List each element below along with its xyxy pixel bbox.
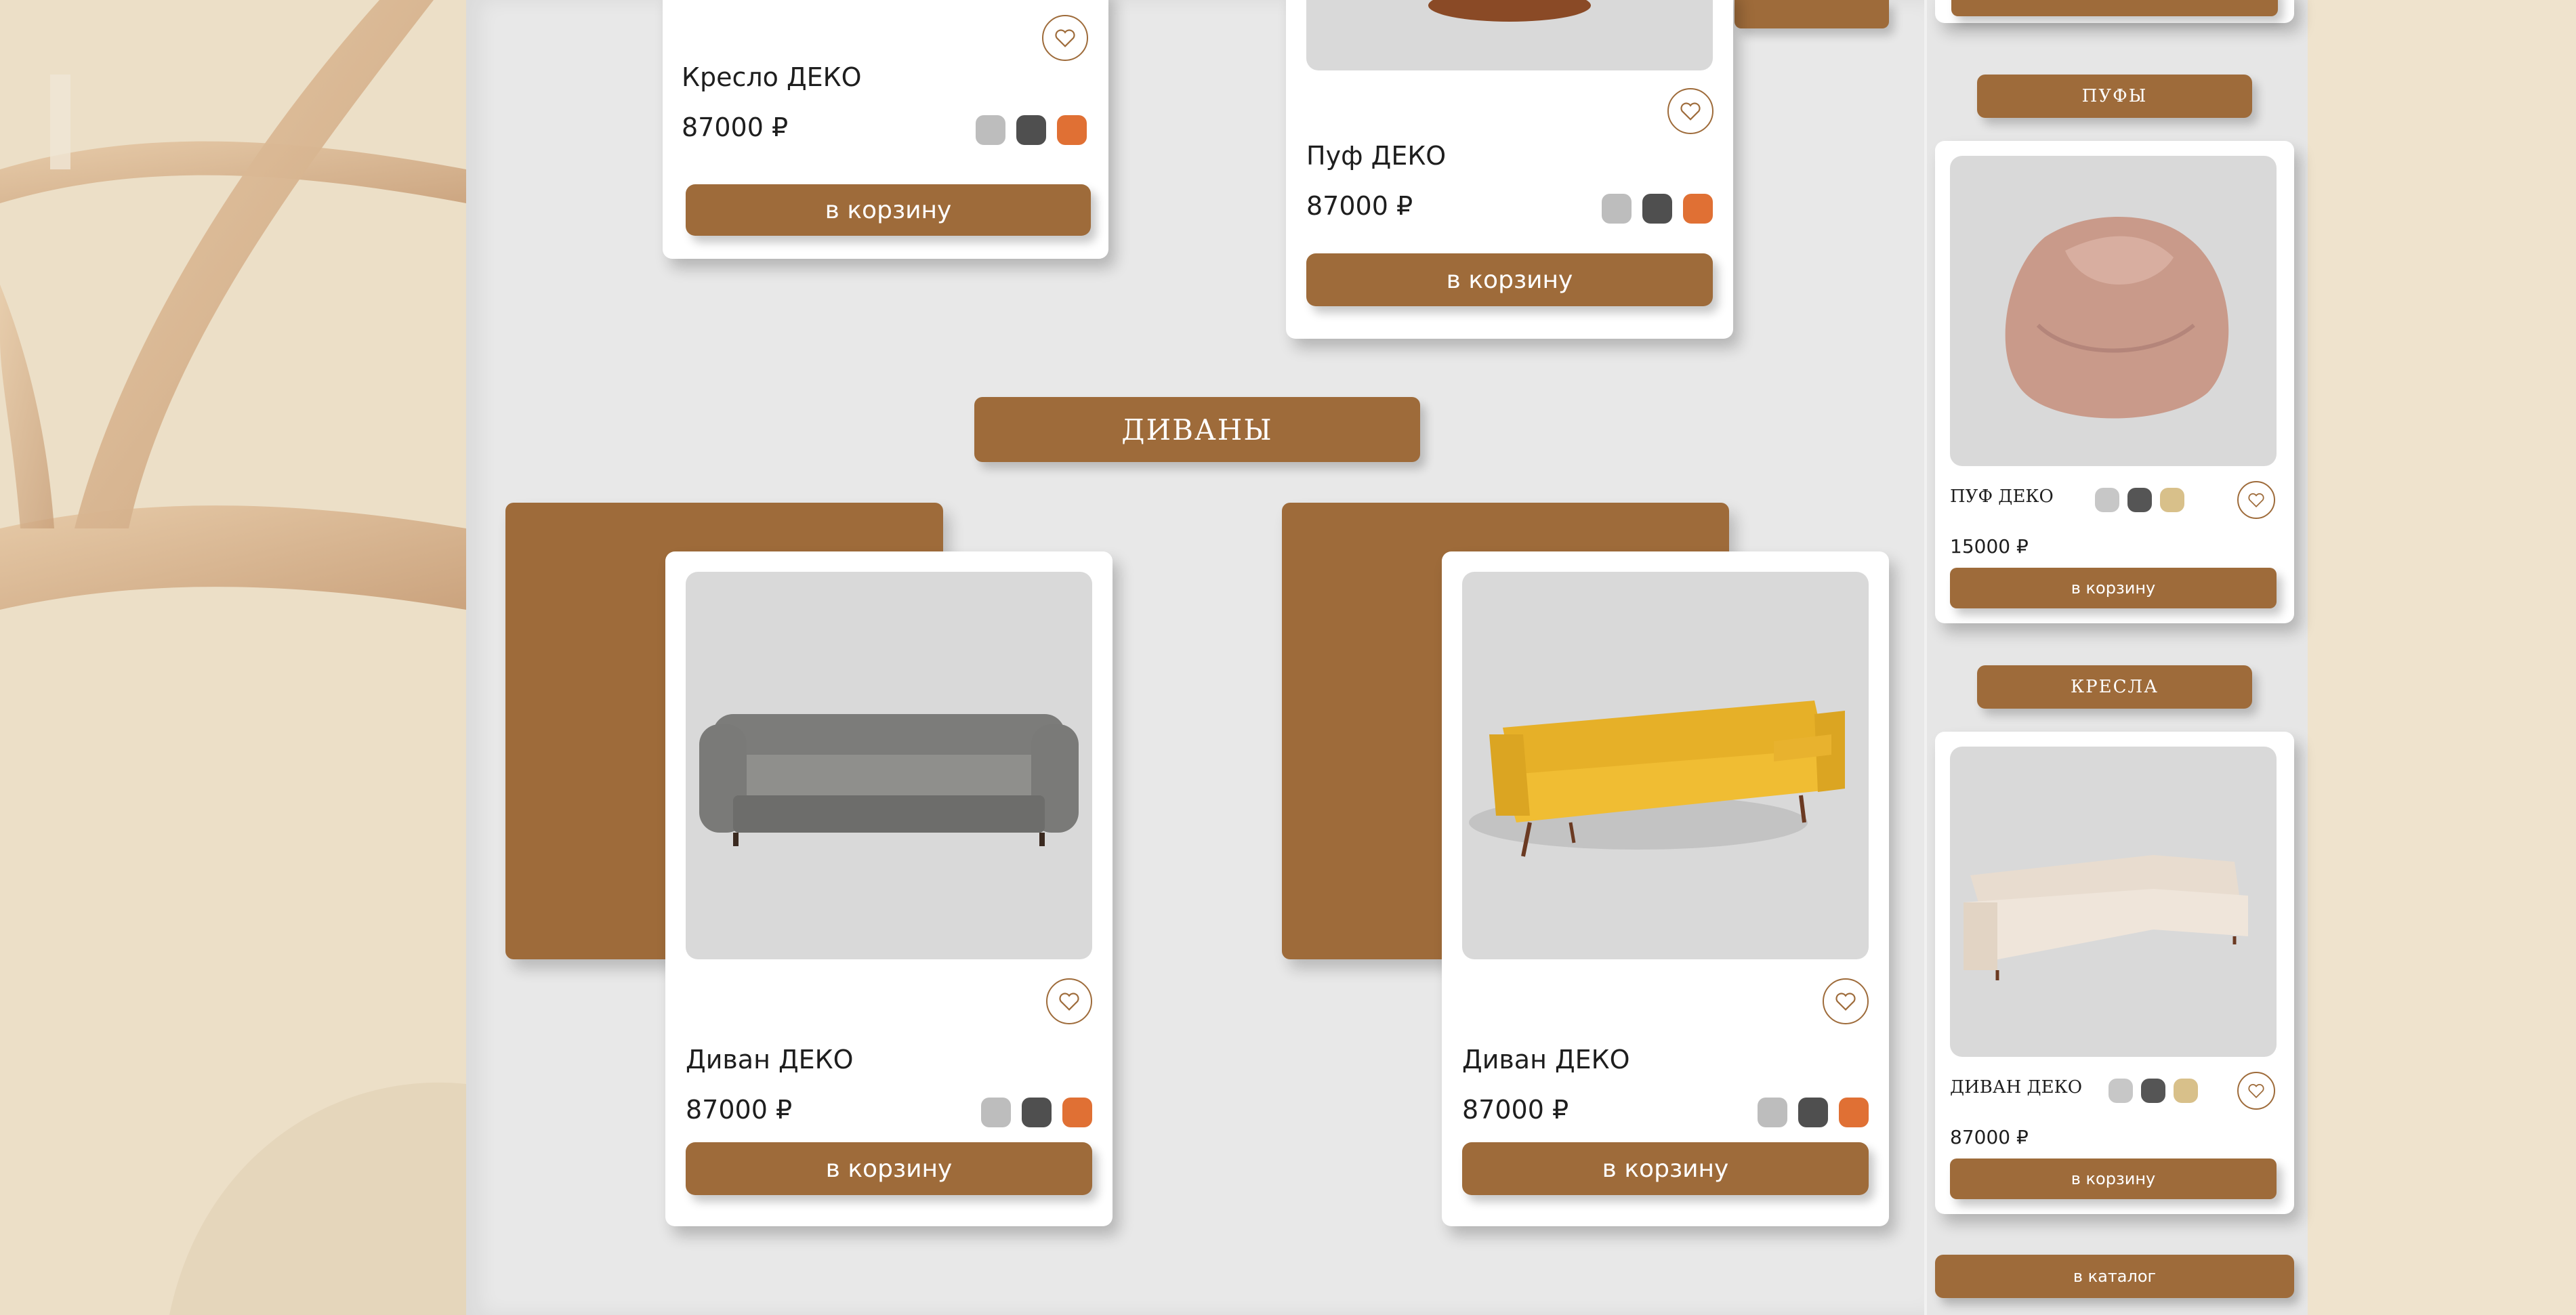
add-to-cart-button[interactable]: в корзину: [1950, 568, 2277, 608]
product-title: ДИВАН ДЕКО: [1950, 1077, 2083, 1098]
product-price: 87000 ₽: [1306, 191, 1413, 221]
product-price: 15000 ₽: [1950, 535, 2029, 558]
color-swatch-dark[interactable]: [2141, 1079, 2165, 1103]
heart-icon: [2248, 1084, 2264, 1098]
product-price: 87000 ₽: [682, 112, 789, 142]
favorite-button[interactable]: [1046, 978, 1092, 1024]
add-to-cart-button[interactable]: в корзину: [1462, 1142, 1869, 1195]
favorite-button[interactable]: [2237, 481, 2275, 519]
product-image: [1306, 0, 1713, 70]
heart-icon: [1680, 102, 1701, 121]
product-image: [1950, 747, 2277, 1057]
sidebar-category-armchairs[interactable]: КРЕСЛА: [1977, 665, 2252, 709]
grey-sofa-image: [699, 714, 1079, 846]
product-image: [1950, 156, 2277, 466]
product-price: 87000 ₽: [1462, 1095, 1569, 1125]
color-swatch-orange[interactable]: [1839, 1098, 1869, 1127]
decorative-left-panel: [0, 0, 466, 1315]
color-swatch-orange[interactable]: [1062, 1098, 1092, 1127]
sidebar-category-poufs[interactable]: ПУФЫ: [1977, 75, 2252, 118]
heart-icon: [1055, 29, 1075, 47]
color-swatch-grey[interactable]: [1602, 194, 1632, 224]
add-to-cart-button[interactable]: в корзину: [686, 1142, 1092, 1195]
product-price: 87000 ₽: [686, 1095, 793, 1125]
product-card-sofa: Диван ДЕКО 87000 ₽ в корзину: [665, 551, 1113, 1226]
color-swatch-dark[interactable]: [1016, 115, 1046, 145]
product-title: Кресло ДЕКО: [682, 62, 862, 92]
color-swatch-dark[interactable]: [1642, 194, 1672, 224]
favorite-button[interactable]: [1823, 978, 1869, 1024]
color-swatch-orange[interactable]: [1057, 115, 1087, 145]
product-image: [1462, 572, 1869, 959]
yellow-sofa-image: [1469, 701, 1845, 857]
add-to-cart-button[interactable]: в корзину: [1950, 1159, 2277, 1199]
color-swatch-grey[interactable]: [976, 115, 1005, 145]
color-swatch-beige[interactable]: [2174, 1079, 2198, 1103]
color-swatch-beige[interactable]: [2160, 488, 2184, 512]
add-to-cart-button[interactable]: в корзину: [686, 184, 1091, 236]
color-swatch-grey[interactable]: [2108, 1079, 2133, 1103]
favorite-button[interactable]: [2237, 1072, 2275, 1110]
favorite-button[interactable]: [1667, 88, 1713, 134]
product-title: ПУФ ДЕКО: [1950, 486, 2054, 507]
product-card-pouf: Пуф ДЕКО 87000 ₽ в корзину: [1286, 0, 1733, 339]
pink-beanbag-image: [2005, 217, 2229, 419]
product-card-sofa: Диван ДЕКО 87000 ₽ в корзину: [1442, 551, 1889, 1226]
corner-sofa-image: [1964, 855, 2248, 980]
decorative-brown-block: [1734, 0, 1889, 28]
color-swatch-grey[interactable]: [2095, 488, 2119, 512]
product-title: Диван ДЕКО: [1462, 1045, 1630, 1074]
section-title-sofas[interactable]: ДИВАНЫ: [974, 397, 1420, 462]
sidebar-card-partial: [1935, 0, 2294, 23]
color-swatch-orange[interactable]: [1683, 194, 1713, 224]
color-swatch-dark[interactable]: [1022, 1098, 1052, 1127]
rattan-decoration-image: [0, 0, 466, 1315]
add-to-cart-button[interactable]: в корзину: [1306, 253, 1713, 306]
product-title: Пуф ДЕКО: [1306, 141, 1447, 171]
color-swatch-dark[interactable]: [1798, 1098, 1828, 1127]
pouf-image: [1428, 0, 1591, 22]
heart-icon: [2248, 493, 2264, 507]
product-image: [686, 572, 1092, 959]
heart-icon: [1059, 993, 1079, 1011]
color-swatch-dark[interactable]: [2127, 488, 2152, 512]
catalog-button[interactable]: в каталог: [1935, 1255, 2294, 1298]
color-swatch-grey[interactable]: [981, 1098, 1011, 1127]
decorative-right-panel: [2305, 0, 2576, 1315]
sidebar-product-card-sofa: ДИВАН ДЕКО 87000 ₽ в корзину: [1935, 732, 2294, 1214]
favorite-button[interactable]: [1042, 15, 1088, 61]
heart-icon: [1835, 993, 1856, 1011]
add-to-cart-button-partial[interactable]: [1951, 0, 2278, 16]
color-swatch-grey[interactable]: [1758, 1098, 1787, 1127]
sidebar-product-card-pouf: ПУФ ДЕКО 15000 ₽ в корзину: [1935, 141, 2294, 623]
product-price: 87000 ₽: [1950, 1126, 2029, 1148]
product-card-armchair: Кресло ДЕКО 87000 ₽ в корзину: [663, 0, 1108, 259]
product-title: Диван ДЕКО: [686, 1045, 854, 1074]
